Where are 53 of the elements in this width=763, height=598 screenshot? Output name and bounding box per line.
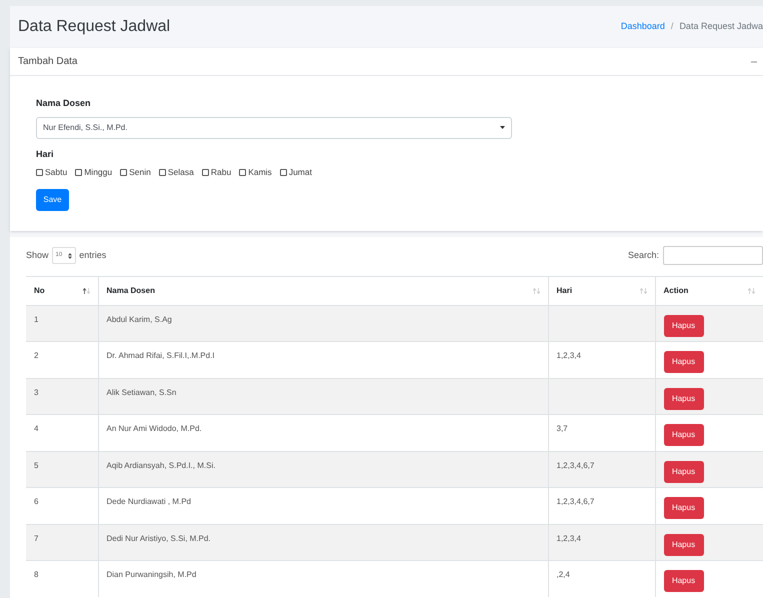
dosen-select[interactable]: Nur Efendi, S.Si., M.Pd. bbox=[36, 116, 512, 138]
delete-button[interactable]: Hapus bbox=[664, 351, 704, 373]
day-list-cell: 1,2,3,4,6,7 bbox=[548, 451, 655, 488]
lecturer-name-cell: Abdul Karim, S.Ag bbox=[98, 305, 548, 342]
delete-button[interactable]: Hapus bbox=[664, 570, 704, 592]
card-title: Tambah Data bbox=[18, 55, 78, 69]
row-number-cell: 2 bbox=[26, 342, 98, 378]
row-number-cell: 1 bbox=[26, 305, 98, 342]
field-label: Hari bbox=[36, 148, 55, 160]
lecturer-name-cell: Dede Nurdiawati , M.Pd bbox=[98, 488, 548, 524]
breadcrumb-separator: / bbox=[670, 20, 674, 34]
row-number-cell: 8 bbox=[26, 560, 98, 598]
field-label: Nama Dosen bbox=[36, 97, 92, 110]
column-header[interactable]: Action bbox=[664, 284, 688, 297]
lecturer-name-cell: An Nur Ami Widodo, M.Pd. bbox=[98, 414, 548, 452]
lecturer-name-cell: Alik Setiawan, S.Sn bbox=[98, 378, 548, 415]
delete-button[interactable]: Hapus bbox=[664, 388, 704, 410]
row-number-cell: 7 bbox=[26, 524, 98, 561]
column-header[interactable]: Nama Dosen bbox=[106, 284, 155, 297]
lecturer-name-cell: Dr. Ahmad Rifai, S.Fil.I,.M.Pd.I bbox=[98, 342, 548, 378]
day-label: Selasa bbox=[168, 166, 194, 179]
breadcrumb-link[interactable]: Dashboard bbox=[620, 20, 665, 34]
column-header[interactable]: No bbox=[34, 284, 45, 297]
delete-button[interactable]: Hapus bbox=[664, 534, 704, 556]
search-label: Search: bbox=[628, 249, 659, 262]
lecturer-name-cell: Aqib Ardiansyah, S.Pd.I., M.Si. bbox=[98, 451, 548, 488]
day-list-cell: 1,2,3,4 bbox=[548, 524, 655, 561]
delete-button[interactable]: Hapus bbox=[664, 314, 704, 336]
row-number-cell: 5 bbox=[26, 451, 98, 488]
day-list-cell: 1,2,3,4,6,7 bbox=[548, 488, 655, 524]
day-label: Kamis bbox=[248, 166, 272, 179]
lecturer-name-cell: Dian Purwaningsih, M.Pd bbox=[98, 560, 548, 598]
delete-button[interactable]: Hapus bbox=[664, 460, 704, 482]
day-list-cell: 3,7 bbox=[548, 414, 655, 452]
day-label: Sabtu bbox=[45, 166, 68, 179]
delete-button[interactable]: Hapus bbox=[664, 424, 704, 446]
day-label: Senin bbox=[129, 166, 151, 179]
page-title: Data Request Jadwal bbox=[18, 17, 170, 37]
day-label: Jumat bbox=[288, 166, 312, 179]
delete-button[interactable]: Hapus bbox=[664, 497, 704, 519]
save-button[interactable]: Save bbox=[36, 188, 69, 211]
row-number-cell: 6 bbox=[26, 488, 98, 524]
day-label: Minggu bbox=[84, 166, 112, 179]
day-label: Rabu bbox=[210, 166, 232, 179]
breadcrumb-current: Data Request Jadwa bbox=[679, 20, 763, 34]
lecturer-name-cell: Dedi Nur Aristiyo, S.Si, M.Pd. bbox=[98, 524, 548, 561]
entries-label: entries bbox=[79, 249, 106, 262]
day-list-cell: 1,2,3,4 bbox=[548, 342, 655, 378]
column-header[interactable]: Hari bbox=[556, 284, 572, 297]
show-label: Show bbox=[26, 249, 49, 262]
day-list-cell: ,2,4 bbox=[548, 560, 655, 598]
row-number-cell: 3 bbox=[26, 378, 98, 415]
row-number-cell: 4 bbox=[26, 414, 98, 452]
